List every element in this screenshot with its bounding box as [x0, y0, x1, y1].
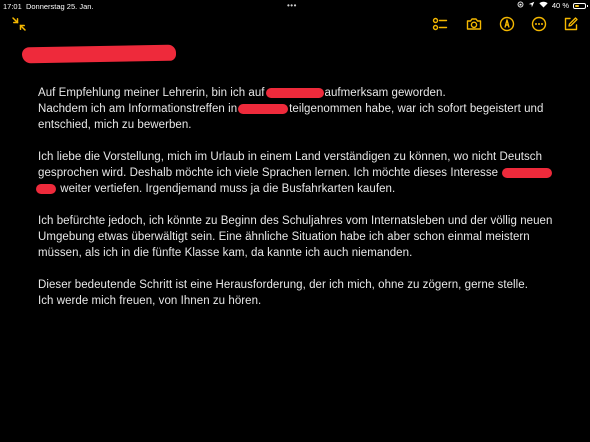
more-button[interactable] [530, 16, 548, 37]
battery-fill [575, 4, 579, 7]
compose-button[interactable] [562, 16, 580, 37]
text-line: entschied, mich zu bewerben. [38, 119, 192, 131]
text-segment: Auf Empfehlung meiner Lehrerin, bin ich … [38, 87, 265, 99]
text-line: Ich befürchte jedoch, ich könnte zu Begi… [38, 215, 553, 227]
paragraph-2: Ich liebe die Vorstellung, mich im Urlau… [36, 149, 558, 197]
location-icon [528, 1, 535, 10]
text-line: Nachdem ich am Informationstreffen in tei… [38, 101, 558, 117]
checklist-icon [432, 16, 448, 37]
camera-button[interactable] [465, 17, 483, 35]
redaction-mark [502, 167, 553, 178]
markup-button[interactable] [498, 16, 516, 37]
status-indicators: 40 % [517, 1, 588, 10]
battery-percent: 40 % [551, 1, 569, 10]
more-icon [531, 16, 547, 37]
text-segment: weiter vertiefen. Irgendjemand muss ja d… [60, 183, 396, 195]
redaction-mark [238, 103, 289, 114]
title-redaction [21, 44, 177, 64]
multitasking-dots[interactable]: ••• [287, 1, 297, 10]
text-line: Umgebung etwas überwältigt sein. Eine äh… [38, 231, 530, 243]
redaction-mark [36, 183, 56, 194]
paragraph-4: Dieser bedeutende Schritt ist eine Herau… [38, 277, 558, 309]
camera-icon [466, 16, 482, 37]
compose-icon [563, 16, 579, 37]
status-time: 17:01 [3, 2, 22, 11]
markup-pen-icon [499, 16, 515, 37]
text-segment: Nachdem ich am Informationstreffen in [38, 103, 238, 115]
notes-screen: 17:01 Donnerstag 25. Jan. ••• 40 % Auf E… [0, 0, 590, 442]
paragraph-1: Auf Empfehlung meiner Lehrerin, bin ich … [38, 85, 558, 133]
rotation-lock-icon [517, 1, 524, 10]
text-segment: gesprochen wird. Deshalb möchte ich viel… [38, 167, 499, 179]
collapse-button[interactable] [10, 16, 28, 37]
text-segment: teilgenommen habe, war ich sofort begeis… [289, 103, 544, 115]
text-segment: aufmerksam geworden. [324, 87, 446, 99]
status-bar: 17:01 Donnerstag 25. Jan. ••• 40 % [0, 0, 590, 12]
checklist-button[interactable] [431, 17, 449, 35]
text-line: Dieser bedeutende Schritt ist eine Herau… [38, 279, 528, 291]
text-line: Auf Empfehlung meiner Lehrerin, bin ich … [38, 85, 558, 101]
battery-icon [573, 2, 588, 9]
text-line: Ich werde mich freuen, von Ihnen zu höre… [38, 295, 262, 307]
redaction-mark [265, 87, 324, 98]
note-body[interactable]: Auf Empfehlung meiner Lehrerin, bin ich … [36, 85, 558, 325]
wifi-icon [539, 1, 548, 10]
text-line: Ich liebe die Vorstellung, mich im Urlau… [38, 151, 543, 163]
text-line: gesprochen wird. Deshalb möchte ich viel… [38, 165, 558, 181]
text-line: weiter vertiefen. Irgendjemand muss ja d… [36, 181, 558, 197]
status-time-date: 17:01 Donnerstag 25. Jan. [3, 2, 94, 11]
status-date: Donnerstag 25. Jan. [25, 2, 94, 11]
text-line: müssen, als ich in die fünfte Klasse kam… [38, 247, 413, 259]
paragraph-3: Ich befürchte jedoch, ich könnte zu Begi… [38, 213, 558, 261]
collapse-icon [11, 16, 27, 37]
